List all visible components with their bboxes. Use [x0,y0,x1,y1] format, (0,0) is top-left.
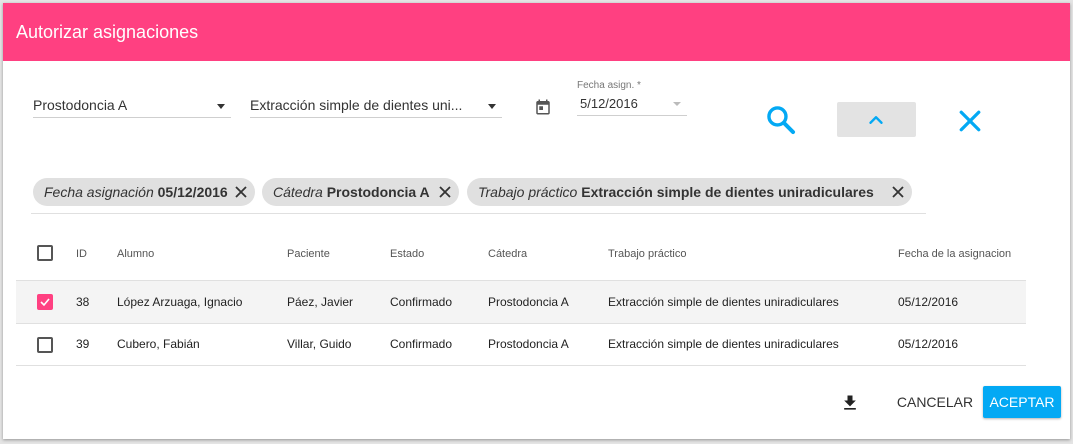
cell-fecha: 05/12/2016 [898,295,959,309]
chips-divider [31,213,926,214]
remove-chip-icon[interactable] [891,185,905,199]
cell-estado: Confirmado [390,295,453,309]
filter-chip-catedra: Cátedra Prostodoncia A [262,178,459,206]
dialog-title: Autorizar asignaciones [16,22,199,42]
cell-alumno: López Arzuaga, Ignacio [117,295,243,309]
cell-catedra: Prostodoncia A [488,337,569,351]
chip-key: Trabajo práctico [478,184,578,200]
chip-value: 05/12/2016 [157,184,228,200]
filter-chip-fecha: Fecha asignación 05/12/2016 [33,178,255,206]
chip-value: Extracción simple de dientes uniradicula… [581,184,874,200]
cell-catedra: Prostodoncia A [488,295,569,309]
catedra-select[interactable]: Prostodoncia A [33,95,231,118]
catedra-select-value: Prostodoncia A [33,97,128,113]
chip-key: Fecha asignación [44,184,154,200]
cell-alumno: Cubero, Fabián [117,337,200,351]
row-checkbox[interactable] [37,294,53,310]
chevron-up-icon [869,116,883,124]
chip-value: Prostodoncia A [326,184,430,200]
download-icon [844,395,856,410]
cell-paciente: Villar, Guido [287,337,352,351]
collapse-filters-button[interactable] [837,102,916,137]
cell-trabajo: Extracción simple de dientes uniradicula… [608,295,839,309]
cell-paciente: Páez, Javier [287,295,354,309]
date-field-label: Fecha asign. * [577,80,641,91]
column-header-fecha[interactable]: Fecha de la asignacion [898,248,1011,260]
remove-chip-icon[interactable] [234,185,248,199]
column-header-alumno[interactable]: Alumno [117,248,154,260]
download-button[interactable] [840,393,860,413]
search-icon [767,106,796,135]
select-all-checkbox[interactable] [37,245,53,261]
chip-key: Cátedra [273,184,323,200]
filter-chip-trabajo: Trabajo práctico Extracción simple de di… [467,178,912,206]
column-header-paciente[interactable]: Paciente [287,248,330,260]
cell-fecha: 05/12/2016 [898,337,959,351]
dropdown-arrow-icon [488,104,496,109]
dropdown-arrow-icon [217,104,225,109]
cell-estado: Confirmado [390,337,453,351]
cancel-button[interactable]: CANCELAR [895,386,975,418]
column-header-id[interactable]: ID [76,248,87,260]
cell-id: 38 [76,295,90,309]
check-icon [40,298,50,307]
row-checkbox[interactable] [37,337,53,353]
table-row[interactable]: 38 López Arzuaga, Ignacio Páez, Javier C… [16,280,1026,324]
trabajo-select[interactable]: Extracción simple de dientes uni... [250,95,502,118]
column-header-catedra[interactable]: Cátedra [488,248,527,260]
accept-button[interactable]: ACEPTAR [983,386,1061,418]
cell-trabajo: Extracción simple de dientes uniradicula… [608,337,839,351]
clear-filters-button[interactable] [955,106,985,136]
cell-id: 39 [76,337,90,351]
remove-chip-icon[interactable] [438,185,452,199]
date-field[interactable]: 5/12/2016 [577,93,687,116]
search-button[interactable] [764,103,798,137]
calendar-icon[interactable] [534,97,552,117]
column-header-estado[interactable]: Estado [390,248,424,260]
trabajo-select-value: Extracción simple de dientes uni... [250,97,463,113]
close-icon [959,110,981,132]
dialog-header: Autorizar asignaciones [3,3,1070,61]
column-header-trabajo[interactable]: Trabajo práctico [608,248,686,260]
table-row[interactable]: 39 Cubero, Fabián Villar, Guido Confirma… [16,323,1026,366]
date-field-value: 5/12/2016 [580,96,638,111]
dropdown-arrow-icon [673,102,681,106]
dialog: Autorizar asignaciones Prostodoncia A Ex… [3,3,1070,439]
